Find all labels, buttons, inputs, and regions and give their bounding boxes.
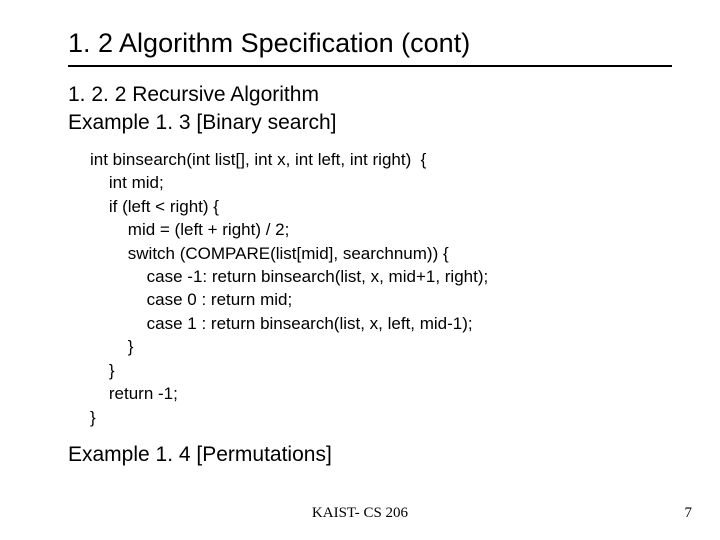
slide: 1. 2 Algorithm Specification (cont) 1. 2… — [0, 0, 720, 540]
example-label: Example 1. 3 [Binary search] — [68, 109, 672, 137]
footer-course: KAIST- CS 206 — [0, 505, 720, 522]
title-rule — [68, 65, 672, 67]
section-number: 1. 2. 2 Recursive Algorithm — [68, 81, 672, 109]
section-heading: 1. 2. 2 Recursive Algorithm Example 1. 3… — [68, 81, 672, 138]
slide-title: 1. 2 Algorithm Specification (cont) — [68, 28, 672, 59]
example-label-2: Example 1. 4 [Permutations] — [68, 443, 672, 467]
code-block: int binsearch(int list[], int x, int lef… — [68, 148, 672, 429]
footer-page-number: 7 — [685, 505, 693, 522]
